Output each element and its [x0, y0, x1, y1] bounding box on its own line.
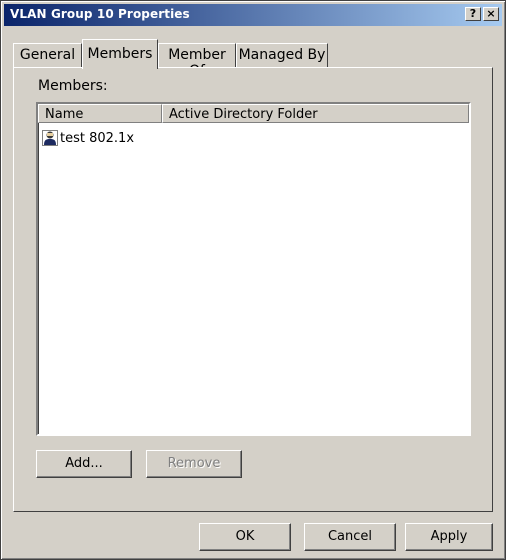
window-title: VLAN Group 10 Properties — [10, 7, 190, 21]
list-item[interactable]: test 802.1x — [42, 129, 134, 147]
tab-member-of[interactable]: Member Of — [158, 43, 236, 79]
member-name: test 802.1x — [60, 130, 135, 146]
apply-button[interactable]: Apply — [405, 523, 493, 551]
cancel-button[interactable]: Cancel — [304, 523, 396, 551]
add-button[interactable]: Add... — [36, 450, 132, 478]
tab-members[interactable]: Members — [82, 39, 158, 69]
members-list[interactable]: Name Active Directory Folder test 802.1x — [36, 102, 471, 436]
members-label: Members: — [38, 78, 108, 94]
column-header-name[interactable]: Name — [38, 104, 162, 123]
members-panel: Members: Name Active Directory Folder te… — [13, 67, 493, 512]
close-button[interactable]: × — [483, 7, 499, 21]
user-icon — [42, 130, 58, 146]
remove-button: Remove — [146, 450, 242, 478]
help-button[interactable]: ? — [465, 7, 481, 21]
properties-dialog: VLAN Group 10 Properties ? × General Mem… — [0, 0, 506, 560]
tab-general[interactable]: General — [13, 43, 82, 67]
ok-button[interactable]: OK — [199, 523, 291, 551]
tab-managed-by[interactable]: Managed By — [236, 43, 328, 67]
column-header-active-directory-folder[interactable]: Active Directory Folder — [162, 104, 469, 123]
title-bar[interactable]: VLAN Group 10 Properties ? × — [4, 4, 502, 26]
